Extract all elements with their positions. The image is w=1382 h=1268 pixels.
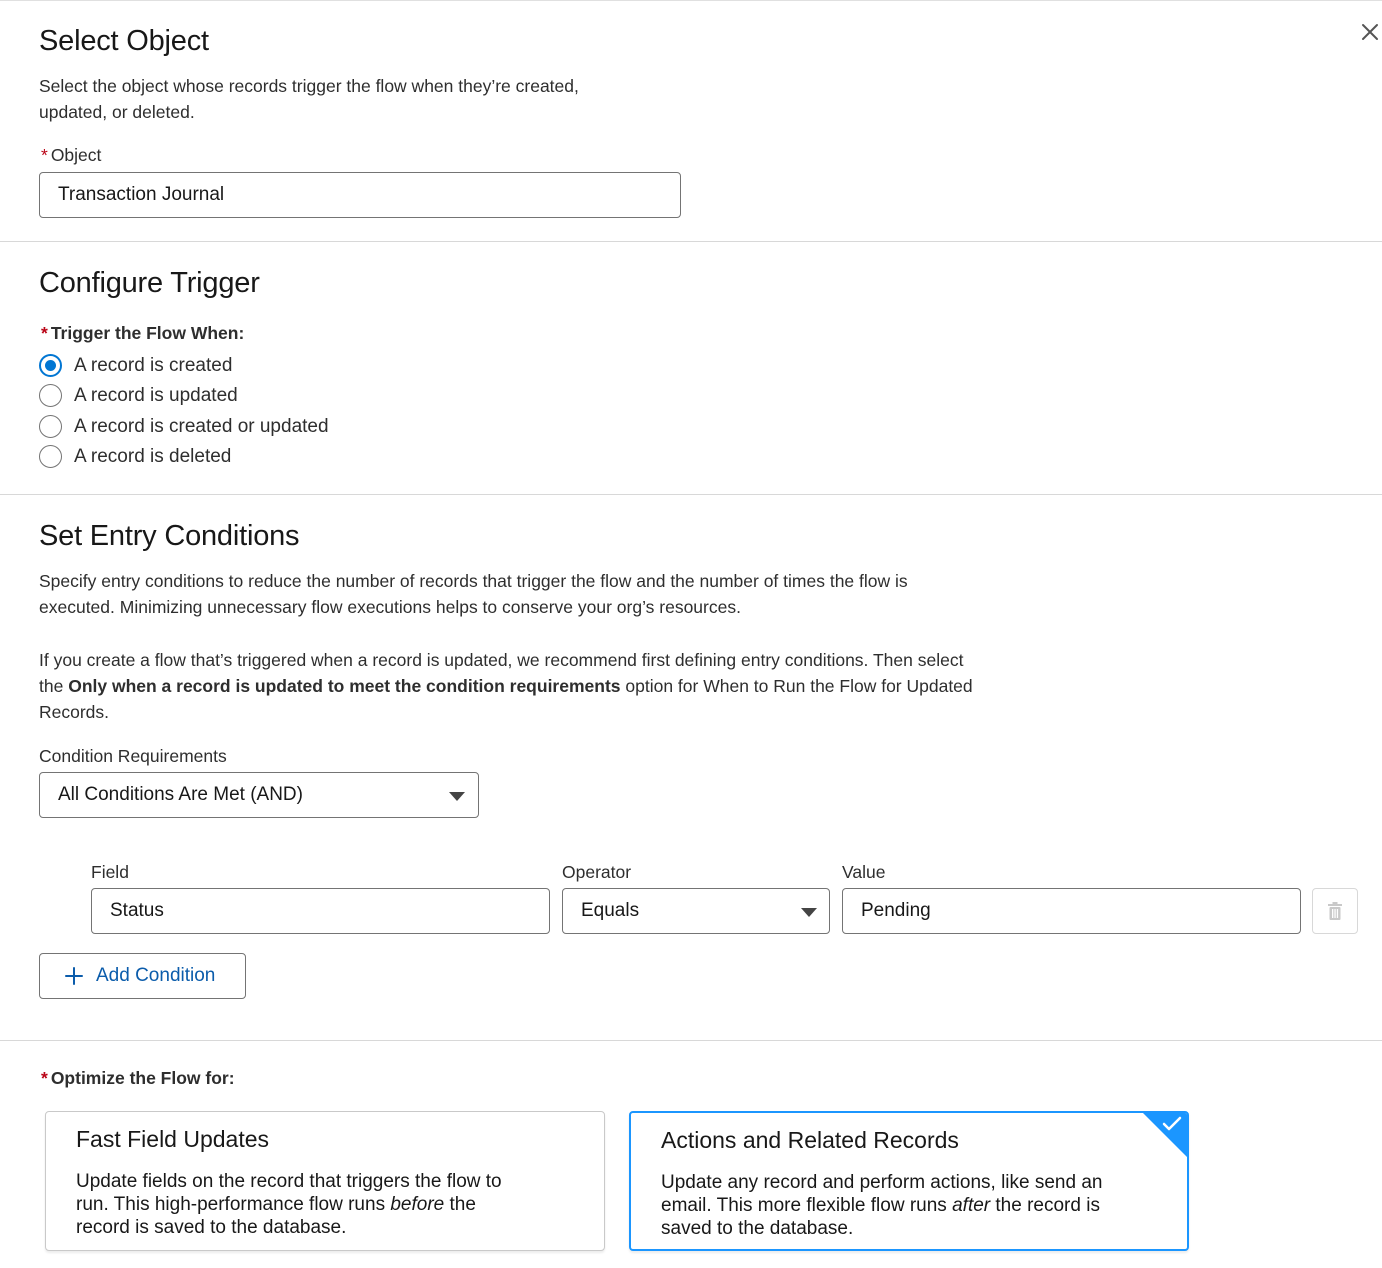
field-input[interactable]: Status <box>91 888 550 934</box>
value-input-value: Pending <box>861 900 931 921</box>
object-input[interactable]: Transaction Journal <box>39 172 681 218</box>
help-line: the Only when a record is updated to mee… <box>39 673 973 699</box>
condition-requirements-value: All Conditions Are Met (AND) <box>58 784 303 805</box>
trigger-label-text: Trigger the Flow When: <box>50 323 245 343</box>
help-line: Select the object whose records trigger … <box>39 76 579 96</box>
radio-button-selected[interactable] <box>39 354 62 377</box>
card-desc-text: the <box>444 1194 476 1215</box>
select-object-help: Select the object whose records trigger … <box>39 73 579 125</box>
entry-conditions-help-1: Specify entry conditions to reduce the n… <box>39 568 908 620</box>
card-desc-line: email. This more flexible flow runs afte… <box>661 1194 1157 1217</box>
condition-requirements-label: Condition Requirements <box>39 746 227 766</box>
add-condition-button[interactable]: Add Condition <box>39 953 246 999</box>
field-input-value: Status <box>110 900 164 921</box>
radio-label: A record is deleted <box>74 445 232 467</box>
card-title: Actions and Related Records <box>661 1127 959 1153</box>
card-desc-text: email. This more flexible flow runs <box>661 1195 953 1216</box>
close-icon <box>1362 24 1378 40</box>
card-desc-line: saved to the database. <box>661 1218 854 1239</box>
help-line: If you create a flow that’s triggered wh… <box>39 650 964 670</box>
radio-option-deleted[interactable]: A record is deleted <box>39 445 231 468</box>
value-label: Value <box>842 862 886 882</box>
object-label: * Object <box>41 145 101 166</box>
radio-button[interactable] <box>39 415 62 438</box>
delete-condition-button[interactable] <box>1312 888 1358 934</box>
card-desc-emphasis: before <box>390 1194 445 1215</box>
radio-button[interactable] <box>39 384 62 407</box>
card-title: Fast Field Updates <box>76 1126 270 1152</box>
section-divider <box>0 494 1382 495</box>
card-desc-emphasis: after <box>952 1195 991 1216</box>
object-input-value: Transaction Journal <box>58 184 225 205</box>
help-line: executed. Minimizing unnecessary flow ex… <box>39 597 741 617</box>
card-actions-and-related-records[interactable]: Actions and Related Records Update any r… <box>629 1111 1189 1251</box>
operator-label: Operator <box>562 862 632 882</box>
radio-label: A record is updated <box>74 384 238 406</box>
close-button[interactable] <box>1358 20 1382 44</box>
card-desc-line: run. This high-performance flow runs bef… <box>76 1193 574 1216</box>
field-label: Field <box>91 862 129 882</box>
required-asterisk: * <box>41 1068 48 1088</box>
radio-label: A record is created <box>74 354 233 376</box>
entry-conditions-title: Set Entry Conditions <box>39 520 300 552</box>
help-text: the <box>39 676 69 696</box>
object-label-text: Object <box>50 145 102 165</box>
radio-option-updated[interactable]: A record is updated <box>39 384 238 407</box>
optimize-label: * Optimize the Flow for: <box>41 1068 235 1089</box>
required-asterisk: * <box>41 145 48 165</box>
checkmark-icon <box>1162 1116 1182 1131</box>
card-desc-text: the record is <box>990 1195 1100 1216</box>
card-desc-line: Update fields on the record that trigger… <box>76 1171 502 1192</box>
optimize-label-text: Optimize the Flow for: <box>50 1068 235 1088</box>
help-line: Records. <box>39 702 110 722</box>
card-description: Update fields on the record that trigger… <box>76 1170 574 1239</box>
configure-trigger-title: Configure Trigger <box>39 267 260 299</box>
help-bold-text: Only when a record is updated to meet th… <box>68 676 621 696</box>
required-asterisk: * <box>41 323 48 343</box>
section-divider <box>0 241 1382 242</box>
card-desc-line: Update any record and perform actions, l… <box>661 1172 1103 1193</box>
plus-icon <box>65 967 83 985</box>
condition-requirements-select[interactable]: All Conditions Are Met (AND) <box>39 772 479 818</box>
help-line: updated, or deleted. <box>39 102 195 122</box>
trigger-label: * Trigger the Flow When: <box>41 323 244 344</box>
operator-select[interactable]: Equals <box>562 888 830 934</box>
trash-icon <box>1328 902 1342 920</box>
select-object-title: Select Object <box>39 25 209 57</box>
value-input[interactable]: Pending <box>842 888 1301 934</box>
radio-option-created[interactable]: A record is created <box>39 354 232 377</box>
add-condition-label: Add Condition <box>96 965 216 986</box>
help-line: Specify entry conditions to reduce the n… <box>39 571 908 591</box>
section-divider <box>0 1040 1382 1041</box>
help-text: option for When to Run the Flow for Upda… <box>620 676 973 696</box>
entry-conditions-help-2: If you create a flow that’s triggered wh… <box>39 647 973 725</box>
card-desc-line: record is saved to the database. <box>76 1217 347 1238</box>
top-border <box>0 0 1382 1</box>
card-fast-field-updates[interactable]: Fast Field Updates Update fields on the … <box>45 1111 605 1251</box>
radio-option-created-or-updated[interactable]: A record is created or updated <box>39 415 329 438</box>
radio-label: A record is created or updated <box>74 415 329 437</box>
card-description: Update any record and perform actions, l… <box>661 1171 1157 1240</box>
radio-button[interactable] <box>39 445 62 468</box>
chevron-down-icon <box>449 792 465 801</box>
chevron-down-icon <box>801 908 817 917</box>
operator-select-value: Equals <box>581 900 640 921</box>
card-desc-text: run. This high-performance flow runs <box>76 1194 391 1215</box>
